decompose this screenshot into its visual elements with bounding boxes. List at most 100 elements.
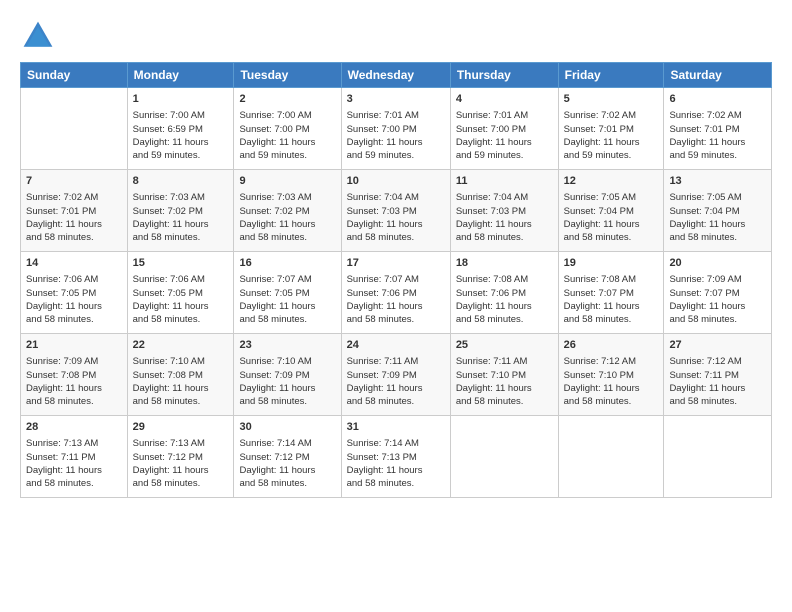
header-day-wednesday: Wednesday: [341, 63, 450, 88]
day-number: 19: [564, 256, 659, 271]
day-info-line: and 58 minutes.: [347, 477, 445, 490]
day-info-line: Sunset: 7:12 PM: [133, 451, 229, 464]
day-number: 6: [669, 92, 766, 107]
day-number: 27: [669, 338, 766, 353]
day-info-line: and 58 minutes.: [564, 313, 659, 326]
day-number: 5: [564, 92, 659, 107]
calendar-cell: 31Sunrise: 7:14 AMSunset: 7:13 PMDayligh…: [341, 416, 450, 498]
day-info-line: Sunrise: 7:13 AM: [133, 437, 229, 450]
day-info-line: Sunrise: 7:02 AM: [564, 109, 659, 122]
day-info-line: Sunset: 7:06 PM: [347, 287, 445, 300]
day-info-line: Daylight: 11 hours: [347, 300, 445, 313]
day-info-line: Daylight: 11 hours: [564, 218, 659, 231]
day-info-line: Sunset: 7:08 PM: [133, 369, 229, 382]
day-number: 30: [239, 420, 335, 435]
day-info-line: Sunset: 7:03 PM: [347, 205, 445, 218]
day-info-line: Sunrise: 7:03 AM: [133, 191, 229, 204]
day-info-line: Daylight: 11 hours: [26, 464, 122, 477]
calendar-cell: 2Sunrise: 7:00 AMSunset: 7:00 PMDaylight…: [234, 88, 341, 170]
day-info-line: Sunrise: 7:11 AM: [347, 355, 445, 368]
calendar-cell: 28Sunrise: 7:13 AMSunset: 7:11 PMDayligh…: [21, 416, 128, 498]
day-info-line: Daylight: 11 hours: [456, 300, 553, 313]
week-row-5: 28Sunrise: 7:13 AMSunset: 7:11 PMDayligh…: [21, 416, 772, 498]
day-info-line: Daylight: 11 hours: [239, 382, 335, 395]
day-number: 17: [347, 256, 445, 271]
day-info-line: Sunrise: 7:09 AM: [26, 355, 122, 368]
day-info-line: and 58 minutes.: [239, 231, 335, 244]
day-info-line: Sunset: 7:10 PM: [456, 369, 553, 382]
header-row: SundayMondayTuesdayWednesdayThursdayFrid…: [21, 63, 772, 88]
day-info-line: and 58 minutes.: [669, 395, 766, 408]
day-info-line: and 59 minutes.: [347, 149, 445, 162]
day-info-line: Sunset: 7:00 PM: [347, 123, 445, 136]
calendar-cell: 25Sunrise: 7:11 AMSunset: 7:10 PMDayligh…: [450, 334, 558, 416]
day-info-line: Sunset: 7:06 PM: [456, 287, 553, 300]
day-info-line: Sunrise: 7:01 AM: [347, 109, 445, 122]
week-row-2: 7Sunrise: 7:02 AMSunset: 7:01 PMDaylight…: [21, 170, 772, 252]
calendar-cell: 7Sunrise: 7:02 AMSunset: 7:01 PMDaylight…: [21, 170, 128, 252]
day-number: 1: [133, 92, 229, 107]
day-info-line: Sunrise: 7:00 AM: [239, 109, 335, 122]
day-info-line: Sunset: 7:03 PM: [456, 205, 553, 218]
day-info-line: Sunrise: 7:03 AM: [239, 191, 335, 204]
day-info-line: Sunset: 7:13 PM: [347, 451, 445, 464]
day-info-line: Sunrise: 7:06 AM: [133, 273, 229, 286]
day-number: 13: [669, 174, 766, 189]
calendar-cell: 9Sunrise: 7:03 AMSunset: 7:02 PMDaylight…: [234, 170, 341, 252]
day-info-line: Sunset: 7:04 PM: [564, 205, 659, 218]
day-info-line: Sunrise: 7:06 AM: [26, 273, 122, 286]
week-row-3: 14Sunrise: 7:06 AMSunset: 7:05 PMDayligh…: [21, 252, 772, 334]
day-number: 3: [347, 92, 445, 107]
day-number: 4: [456, 92, 553, 107]
day-info-line: Daylight: 11 hours: [26, 218, 122, 231]
day-number: 14: [26, 256, 122, 271]
calendar-cell: 10Sunrise: 7:04 AMSunset: 7:03 PMDayligh…: [341, 170, 450, 252]
day-info-line: Sunrise: 7:04 AM: [456, 191, 553, 204]
day-number: 24: [347, 338, 445, 353]
day-info-line: and 58 minutes.: [347, 231, 445, 244]
day-info-line: Sunrise: 7:05 AM: [564, 191, 659, 204]
day-number: 16: [239, 256, 335, 271]
calendar-cell: [450, 416, 558, 498]
day-info-line: Daylight: 11 hours: [133, 136, 229, 149]
calendar-cell: [558, 416, 664, 498]
day-number: 20: [669, 256, 766, 271]
day-number: 28: [26, 420, 122, 435]
day-info-line: Daylight: 11 hours: [456, 382, 553, 395]
calendar-cell: 30Sunrise: 7:14 AMSunset: 7:12 PMDayligh…: [234, 416, 341, 498]
calendar-cell: 24Sunrise: 7:11 AMSunset: 7:09 PMDayligh…: [341, 334, 450, 416]
day-info-line: and 59 minutes.: [669, 149, 766, 162]
day-info-line: Sunset: 7:04 PM: [669, 205, 766, 218]
day-info-line: Daylight: 11 hours: [669, 300, 766, 313]
day-info-line: Daylight: 11 hours: [26, 382, 122, 395]
calendar-cell: 12 Sunrise: 7:05 AMSunset: 7:04 PMDayligh…: [558, 170, 664, 252]
calendar-cell: 14Sunrise: 7:06 AMSunset: 7:05 PMDayligh…: [21, 252, 128, 334]
header-day-thursday: Thursday: [450, 63, 558, 88]
day-info-line: and 58 minutes.: [669, 313, 766, 326]
header-day-saturday: Saturday: [664, 63, 772, 88]
day-info-line: Sunset: 7:09 PM: [347, 369, 445, 382]
day-info-line: Daylight: 11 hours: [133, 464, 229, 477]
calendar-cell: 1Sunrise: 7:00 AMSunset: 6:59 PMDaylight…: [127, 88, 234, 170]
day-info-line: Sunset: 7:08 PM: [26, 369, 122, 382]
day-info-line: and 58 minutes.: [347, 313, 445, 326]
calendar-cell: 13Sunrise: 7:05 AMSunset: 7:04 PMDayligh…: [664, 170, 772, 252]
day-info-line: Sunrise: 7:14 AM: [347, 437, 445, 450]
day-info-line: and 58 minutes.: [456, 395, 553, 408]
week-row-4: 21Sunrise: 7:09 AMSunset: 7:08 PMDayligh…: [21, 334, 772, 416]
calendar-cell: 27Sunrise: 7:12 AMSunset: 7:11 PMDayligh…: [664, 334, 772, 416]
calendar-cell: 29Sunrise: 7:13 AMSunset: 7:12 PMDayligh…: [127, 416, 234, 498]
day-info-line: Daylight: 11 hours: [133, 218, 229, 231]
day-info-line: Sunset: 7:00 PM: [239, 123, 335, 136]
day-number: 12: [564, 174, 659, 189]
day-info-line: Sunset: 7:12 PM: [239, 451, 335, 464]
day-info-line: Sunrise: 7:10 AM: [133, 355, 229, 368]
calendar-header: SundayMondayTuesdayWednesdayThursdayFrid…: [21, 63, 772, 88]
day-number: 23: [239, 338, 335, 353]
day-info-line: Sunset: 7:11 PM: [669, 369, 766, 382]
day-info-line: and 59 minutes.: [456, 149, 553, 162]
day-info-line: Daylight: 11 hours: [347, 136, 445, 149]
page: SundayMondayTuesdayWednesdayThursdayFrid…: [0, 0, 792, 612]
day-info-line: Sunrise: 7:12 AM: [564, 355, 659, 368]
day-info-line: Daylight: 11 hours: [239, 218, 335, 231]
